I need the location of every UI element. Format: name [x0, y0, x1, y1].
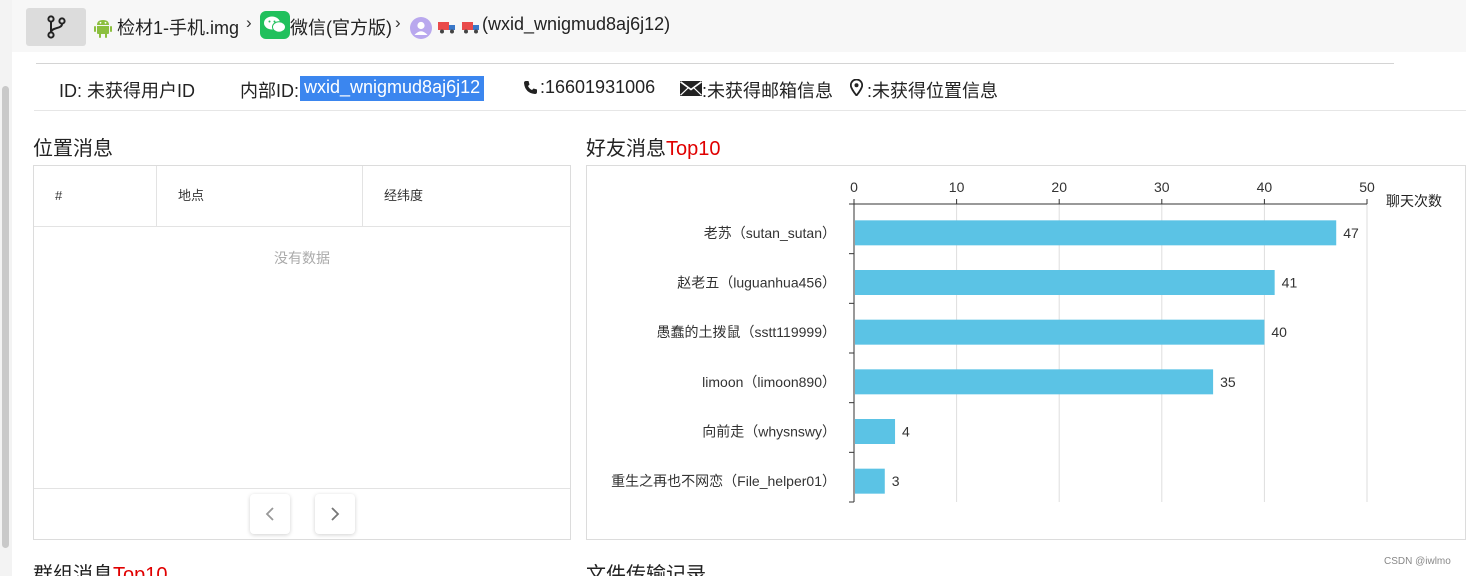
column-divider: [362, 166, 363, 226]
user-avatar-icon: [410, 17, 432, 39]
category-label: 向前走（whysnswy）: [702, 424, 836, 440]
branch-button[interactable]: [26, 8, 86, 46]
internal-id-label: 内部ID:: [240, 81, 300, 101]
x-tick-label: 20: [1051, 179, 1067, 195]
column-header-index[interactable]: #: [55, 166, 62, 226]
bar-value-label: 47: [1343, 225, 1359, 241]
user-id-text: ID: 未获得用户ID: [59, 81, 196, 101]
email-icon: [680, 81, 702, 96]
wechat-icon: [260, 11, 290, 39]
friends-panel-title: 好友消息Top10: [586, 132, 721, 161]
location-pin-icon: [850, 79, 863, 96]
chevron-right-icon: [331, 507, 340, 521]
bar: [855, 319, 1265, 345]
header-divider: [34, 226, 570, 227]
location-text: :未获得位置信息: [867, 81, 999, 101]
watermark: CSDN @iwlmo: [1384, 556, 1451, 567]
email-text: :未获得邮箱信息: [702, 81, 834, 101]
bar-value-label: 41: [1282, 275, 1298, 291]
friends-chart-panel: 0 10 20 30 40 50 聊天次数老苏（sutan_sutan） 47 赵老五（lugu…: [586, 165, 1466, 540]
pager-divider: [34, 488, 570, 489]
bar: [855, 468, 885, 494]
branch-icon: [47, 15, 66, 39]
friends-title-suffix: Top10: [666, 138, 721, 160]
bar: [855, 220, 1337, 246]
x-tick-label: 50: [1359, 179, 1375, 195]
category-label: limoon（limoon890）: [702, 374, 836, 390]
x-tick-label: 30: [1154, 179, 1170, 195]
category-label: 重生之再也不网恋（File_helper01）: [611, 473, 836, 489]
next-page-button[interactable]: [315, 494, 355, 534]
internal-id-value[interactable]: wxid_wnigmud8aj6j12: [300, 76, 485, 101]
phone-number: :16601931006: [540, 77, 656, 97]
phone-icon: [524, 81, 537, 94]
crumb-device[interactable]: 检材1-手机.img: [117, 14, 239, 40]
breadcrumb: 检材1-手机.img › 微信(官方版) › (wxid_wnigmud8aj6…: [12, 0, 1466, 52]
groups-panel-title: 群组消息Top10: [33, 558, 168, 576]
app-window: 检材1-手机.img › 微信(官方版) › (wxid_wnigmud8aj6…: [0, 0, 1466, 576]
crumb-app[interactable]: 微信(官方版): [290, 14, 392, 40]
x-tick-label: 10: [949, 179, 965, 195]
prev-page-button[interactable]: [250, 494, 290, 534]
divider: [36, 63, 1394, 64]
truck-icon: [438, 22, 455, 34]
bar-value-label: 40: [1271, 324, 1287, 340]
location-panel-title: 位置消息: [33, 138, 113, 160]
column-divider: [156, 166, 157, 226]
bar-value-label: 4: [902, 424, 910, 440]
groups-title-text: 群组消息: [33, 564, 113, 576]
category-label: 愚蠢的土拨鼠（sstt119999）: [657, 324, 836, 340]
x-tick-label: 40: [1257, 179, 1273, 195]
left-scrollbar[interactable]: [0, 0, 12, 576]
location-table: # 地点 经纬度 没有数据: [33, 165, 571, 540]
chevron-right-icon: ›: [246, 13, 252, 32]
groups-title-suffix: Top10: [113, 564, 168, 576]
crumb-account[interactable]: (wxid_wnigmud8aj6j12): [482, 14, 670, 35]
friends-bar-chart: 0 10 20 30 40 50 聊天次数老苏（sutan_sutan） 47 赵老五（lugu…: [611, 179, 1442, 503]
chevron-left-icon: [265, 507, 274, 521]
chevron-right-icon: ›: [395, 13, 401, 32]
bar-value-label: 35: [1220, 374, 1236, 390]
category-label: 赵老五（luguanhua456）: [677, 275, 836, 291]
bar: [855, 419, 896, 444]
friends-title-text: 好友消息: [586, 138, 666, 160]
bar-value-label: 3: [892, 473, 900, 489]
empty-state-text: 没有数据: [274, 250, 330, 266]
column-header-coordinates[interactable]: 经纬度: [384, 166, 423, 226]
files-panel-title: 文件传输记录: [586, 564, 706, 576]
x-tick-label: 0: [850, 179, 858, 195]
scrollbar-thumb[interactable]: [2, 86, 9, 548]
column-header-place[interactable]: 地点: [178, 166, 204, 226]
bar: [855, 369, 1214, 395]
category-label: 老苏（sutan_sutan）: [704, 225, 836, 241]
divider: [34, 110, 1466, 111]
truck-icon: [462, 22, 479, 34]
android-icon: [94, 20, 112, 38]
bar: [855, 270, 1275, 295]
x-axis-title: 聊天次数: [1386, 193, 1442, 209]
